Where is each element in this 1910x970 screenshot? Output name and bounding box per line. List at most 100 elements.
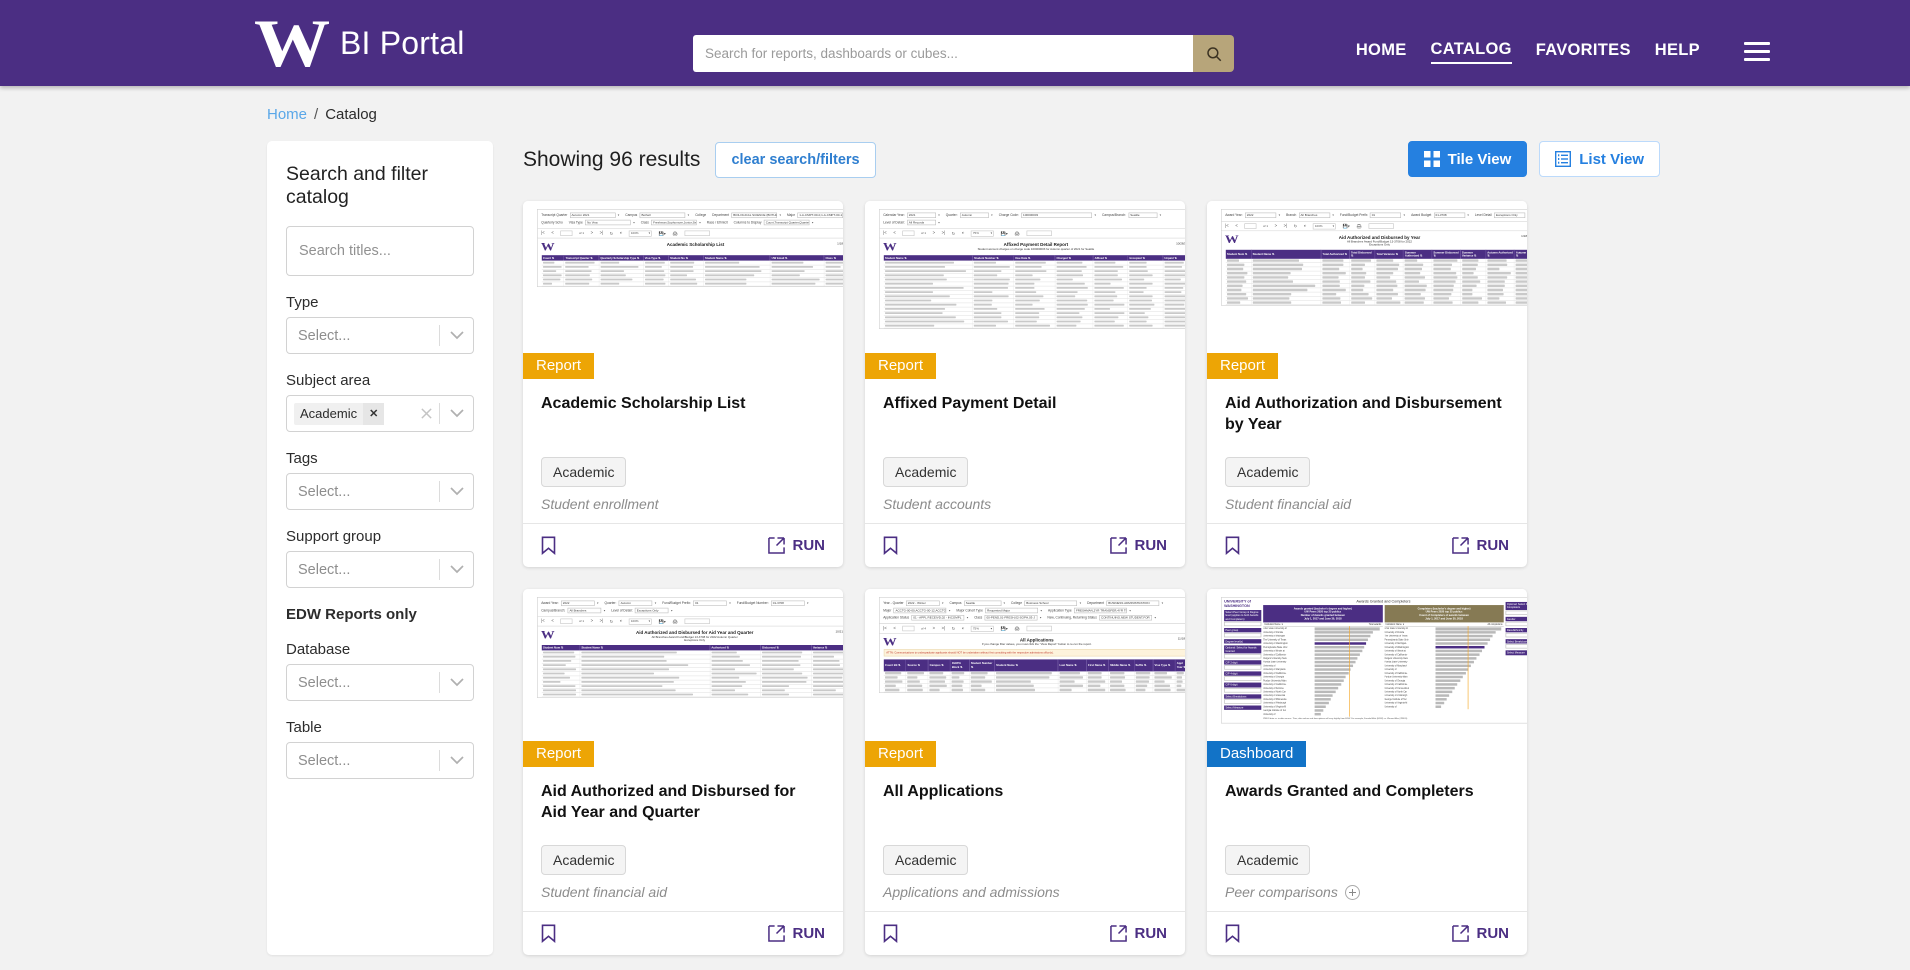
mini-uw-logo: W: [541, 630, 555, 640]
chevron-down-icon: [440, 487, 473, 496]
sidebar-title: Search and filter catalog: [286, 163, 474, 209]
mini-report-parameters: Award Year: 2022 ▾ Quarter: Autumn ▾ Fund/Budg…: [537, 597, 843, 617]
filter-sidebar: Search and filter catalog Type Select... S…: [267, 141, 493, 955]
results-count: Showing 96 results: [523, 148, 700, 172]
run-label: RUN: [1477, 537, 1510, 554]
run-button[interactable]: RUN: [1110, 537, 1168, 554]
bookmark-button[interactable]: [541, 536, 556, 555]
mini-report-title: Affixed Payment Detail Report: [1004, 242, 1069, 247]
card-title[interactable]: Aid Authorization and Disbursement by Ye…: [1225, 393, 1509, 437]
card-tag[interactable]: Academic: [883, 457, 968, 487]
run-button[interactable]: RUN: [1110, 925, 1168, 942]
hamburger-menu-icon[interactable]: [1744, 42, 1770, 61]
run-label: RUN: [1135, 537, 1168, 554]
catalog-card[interactable]: Year - Quarter 2022 - Winter ▾ Campus Seattl…: [865, 589, 1185, 955]
filter-label-0: Type: [286, 294, 474, 311]
catalog-card[interactable]: UNIVERSITY of WASHINGTON Select Peer Group…: [1207, 589, 1527, 955]
card-subject: Student financial aid: [541, 884, 825, 900]
card-title[interactable]: All Applications: [883, 781, 1167, 825]
card-thumbnail[interactable]: UNIVERSITY of WASHINGTON Select Peer Group…: [1207, 589, 1527, 767]
card-tag-row: Academic: [1225, 845, 1509, 875]
card-thumbnail[interactable]: Award Year: 2022 ▾ Branch All Branches ▾ Fund/…: [1207, 201, 1527, 379]
card-title[interactable]: Academic Scholarship List: [541, 393, 825, 437]
card-tag-row: Academic: [541, 457, 825, 487]
edw-filter-table-select[interactable]: Select...: [286, 742, 474, 779]
card-tag-row: Academic: [883, 845, 1167, 875]
card-tag[interactable]: Academic: [1225, 845, 1310, 875]
nav-link-favorites[interactable]: FAVORITES: [1536, 41, 1631, 63]
card-thumbnail[interactable]: Year - Quarter 2022 - Winter ▾ Campus Seattl…: [865, 589, 1185, 767]
run-button[interactable]: RUN: [768, 537, 826, 554]
bookmark-icon: [1225, 536, 1240, 555]
card-title[interactable]: Affixed Payment Detail: [883, 393, 1167, 437]
global-search-input[interactable]: [693, 35, 1193, 72]
run-label: RUN: [793, 925, 826, 942]
card-type-badge: Report: [865, 741, 936, 767]
catalog-card[interactable]: Award Year: 2022 ▾ Branch All Branches ▾ Fund/…: [1207, 201, 1527, 567]
card-subject: Peer comparisons: [1225, 884, 1509, 900]
filter-tags-select[interactable]: Select...: [286, 473, 474, 510]
list-view-label: List View: [1579, 151, 1644, 168]
filter-support-group-select[interactable]: Select...: [286, 551, 474, 588]
select-placeholder: Select...: [287, 562, 439, 578]
nav-link-home[interactable]: HOME: [1356, 41, 1407, 63]
bookmark-button[interactable]: [883, 924, 898, 943]
card-thumbnail[interactable]: Transcript Quarter Autumn 2021 ▾ Campus Both…: [523, 201, 843, 379]
nav-link-catalog[interactable]: CATALOG: [1431, 40, 1512, 64]
chevron-down-icon: [440, 678, 473, 687]
card-title[interactable]: Aid Authorized and Disbursed for Aid Yea…: [541, 781, 825, 825]
bookmark-button[interactable]: [883, 536, 898, 555]
tile-view-label: Tile View: [1448, 151, 1512, 168]
app-header: W BI Portal HOME CATALOG FAVORITES HELP: [0, 0, 1910, 86]
card-body: Affixed Payment Detail Academic Student ac…: [865, 379, 1185, 523]
card-tag[interactable]: Academic: [1225, 457, 1310, 487]
filter-subject-area-select[interactable]: Academic ✕: [286, 395, 474, 432]
breadcrumb-home-link[interactable]: Home: [267, 106, 307, 123]
card-tag[interactable]: Academic: [883, 845, 968, 875]
mini-report-title: Aid Authorized and Disbursed for Aid Yea…: [636, 630, 753, 635]
chevron-down-icon: [440, 331, 473, 340]
expand-subjects-icon[interactable]: [1345, 885, 1360, 900]
card-body: Aid Authorized and Disbursed for Aid Yea…: [523, 767, 843, 911]
run-button[interactable]: RUN: [768, 925, 826, 942]
card-thumbnail[interactable]: Award Year: 2022 ▾ Quarter: Autumn ▾ Fund/Budg…: [523, 589, 843, 767]
search-submit-button[interactable]: [1193, 35, 1234, 72]
bookmark-button[interactable]: [541, 924, 556, 943]
list-view-button[interactable]: List View: [1539, 141, 1660, 177]
card-tag[interactable]: Academic: [541, 845, 626, 875]
clear-filters-button[interactable]: clear search/filters: [715, 142, 875, 178]
nav-link-help[interactable]: HELP: [1655, 41, 1700, 63]
bookmark-button[interactable]: [1225, 924, 1240, 943]
mini-report-toolbar: |< < of 1 > >| ↻ ◐ 100% ▾ 💾▾ 🖨: [537, 617, 843, 627]
card-type-badge: Report: [523, 353, 594, 379]
mini-report-parameters: Calendar Year: 2021 ▾ Quarter: Autumn ▾ Charge…: [879, 209, 1185, 229]
brand[interactable]: W BI Portal: [258, 13, 465, 73]
mini-report-notice: ATTN: Communications to undergraduate ap…: [884, 649, 1185, 656]
mini-report-table: Student Num ⇅ Student Name ⇅ Authorized ⇅ D…: [542, 645, 843, 697]
filter-chip-remove-icon[interactable]: ✕: [363, 403, 384, 425]
title-search-input[interactable]: [286, 226, 474, 276]
card-type-badge: Report: [523, 741, 594, 767]
edw-filter-database-select[interactable]: Select...: [286, 664, 474, 701]
card-subject: Student enrollment: [541, 496, 825, 512]
card-body: Aid Authorization and Disbursement by Ye…: [1207, 379, 1527, 523]
card-footer: RUN: [523, 911, 843, 955]
catalog-card[interactable]: Transcript Quarter Autumn 2021 ▾ Campus Both…: [523, 201, 843, 567]
catalog-card[interactable]: Calendar Year: 2021 ▾ Quarter: Autumn ▾ Charge…: [865, 201, 1185, 567]
filter-label-2: Tags: [286, 450, 474, 467]
tile-view-button[interactable]: Tile View: [1408, 141, 1528, 177]
clear-select-icon[interactable]: [413, 407, 439, 420]
mini-report-title: Academic Scholarship List: [667, 242, 725, 247]
bookmark-button[interactable]: [1225, 536, 1240, 555]
chevron-down-icon: [440, 756, 473, 765]
catalog-card[interactable]: Award Year: 2022 ▾ Quarter: Autumn ▾ Fund/Budg…: [523, 589, 843, 955]
card-footer: RUN: [865, 911, 1185, 955]
run-button[interactable]: RUN: [1452, 537, 1510, 554]
view-toggle: Tile View List View: [1408, 141, 1660, 177]
mini-report-parameters: Award Year: 2022 ▾ Branch All Branches ▾ Fund/…: [1221, 209, 1527, 222]
run-button[interactable]: RUN: [1452, 925, 1510, 942]
filter-type-select[interactable]: Select...: [286, 317, 474, 354]
card-tag[interactable]: Academic: [541, 457, 626, 487]
card-thumbnail[interactable]: Calendar Year: 2021 ▾ Quarter: Autumn ▾ Charge…: [865, 201, 1185, 379]
card-title[interactable]: Awards Granted and Completers: [1225, 781, 1509, 825]
